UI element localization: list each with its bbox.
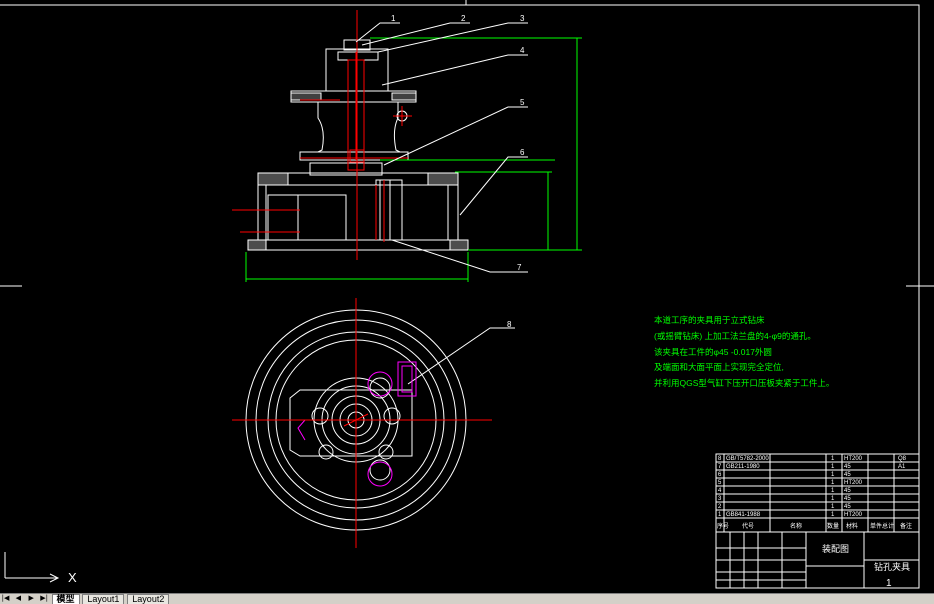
last-tab-arrow-icon[interactable]: ▶|	[40, 594, 49, 603]
drawing-frame	[0, 0, 934, 588]
bom-header: 序号	[717, 522, 729, 530]
title-block-text: 8 GB/T5782-2000 1 HT200 Q8 7 GB211-1980 …	[717, 456, 912, 530]
bom-row-no: 1	[718, 512, 722, 518]
part-number-label: 3	[520, 14, 525, 23]
bom-row-qty: 1	[831, 472, 835, 478]
bom-header: 单件总计	[870, 522, 894, 530]
layout-tab-bar: |◀ ◀ ▶ ▶| 模型 Layout1 Layout2	[0, 593, 934, 604]
front-section-view	[247, 39, 469, 251]
bom-row-qty: 1	[831, 456, 835, 462]
note-line: (或摇臂钻床) 上加工法兰盘的4-φ9的通孔。	[654, 331, 816, 341]
bom-row-no: 2	[718, 504, 722, 510]
part-number-label: 4	[520, 46, 525, 55]
bom-row-mat: HT200	[844, 456, 863, 462]
bom-header: 数量	[827, 522, 839, 530]
front-section-hidden	[232, 10, 412, 260]
bom-row-mat: 45	[844, 464, 851, 470]
bom-header: 材料	[846, 522, 858, 530]
note-line: 并利用QGS型气缸下压开口压板夹紧于工件上。	[654, 378, 834, 388]
note-line: 本道工序的夹具用于立式钻床	[654, 315, 765, 325]
part-name: 钻孔夹具	[874, 561, 910, 572]
bom-row-qty: 1	[831, 496, 835, 502]
bom-header: 名称	[790, 522, 802, 530]
note-line: 该夹具在工件的φ45 -0.017外圆	[654, 347, 772, 357]
bom-row-note: Q8	[898, 456, 907, 462]
bom-header: 备注	[900, 522, 912, 530]
part-leaders	[355, 22, 528, 385]
note-line: 及端面和大面平面上实现完全定位,	[654, 362, 784, 372]
prev-tab-arrow-icon[interactable]: ◀	[14, 594, 23, 603]
part-number-label: 1	[391, 14, 396, 23]
bom-header: 代号	[742, 522, 754, 530]
drawing-canvas[interactable]: 1 2 3 4 5 6 7 8 本道工序的夹具用于立式钻床 (或摇臂钻床) 上加…	[0, 0, 934, 593]
bom-row-qty: 1	[831, 488, 835, 494]
first-tab-arrow-icon[interactable]: |◀	[1, 594, 10, 603]
bom-row-no: 3	[718, 496, 722, 502]
drawing-name: 装配图	[822, 543, 849, 554]
part-number-label: 7	[517, 263, 522, 272]
top-view-centerlines	[232, 298, 492, 548]
bom-row-qty: 1	[831, 504, 835, 510]
bom-row-mat: HT200	[844, 512, 863, 518]
sheet-number: 1	[886, 578, 892, 589]
bom-row-mat: 45	[844, 488, 851, 494]
bom-row-mat: HT200	[844, 480, 863, 486]
dimension-lines	[245, 37, 582, 282]
part-number-label: 5	[520, 98, 525, 107]
bom-row-code: GB/T5782-2000	[726, 456, 769, 462]
bom-row-no: 8	[718, 456, 722, 462]
next-tab-arrow-icon[interactable]: ▶	[27, 594, 36, 603]
bom-row-no: 6	[718, 472, 722, 478]
bom-row-code: GB211-1980	[726, 464, 760, 470]
bom-row-no: 5	[718, 480, 722, 486]
bom-row-mat: 45	[844, 496, 851, 502]
bom-row-mat: 45	[844, 504, 851, 510]
technical-notes: 本道工序的夹具用于立式钻床 (或摇臂钻床) 上加工法兰盘的4-φ9的通孔。 该夹…	[654, 315, 834, 388]
bom-row-note: A1	[898, 464, 906, 470]
bom-row-no: 4	[718, 488, 722, 494]
part-number-label: 8	[507, 320, 512, 329]
part-number-label: 6	[520, 148, 525, 157]
bom-row-no: 7	[718, 464, 722, 470]
bom-row-qty: 1	[831, 512, 835, 518]
bom-row-mat: 45	[844, 472, 851, 478]
ucs-icon	[4, 552, 60, 583]
bom-row-code: GB841-1988	[726, 512, 761, 518]
part-number-label: 2	[461, 14, 466, 23]
bom-row-qty: 1	[831, 464, 835, 470]
bom-row-qty: 1	[831, 480, 835, 486]
ucs-x-label: X	[68, 570, 77, 585]
